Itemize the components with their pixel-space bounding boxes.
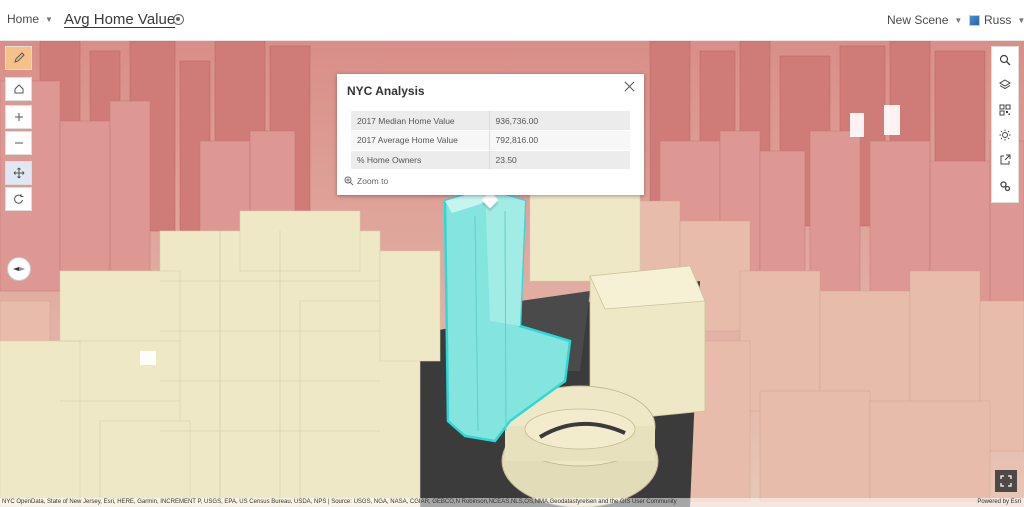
zoom-out-button[interactable] [5,131,32,155]
settings-icon [1000,181,1011,192]
pan-icon [13,167,24,179]
share-button[interactable] [993,148,1017,172]
user-name: Russ [984,13,1012,27]
search-button[interactable] [993,48,1017,72]
attribute-label: 2017 Average Home Value [351,130,490,151]
table-row: 2017 Median Home Value 936,736.00 [351,111,630,131]
attribute-value: 936,736.00 [489,111,630,131]
daylight-button[interactable] [993,123,1017,147]
attribute-label: % Home Owners [351,150,490,170]
pan-button[interactable] [5,161,32,185]
table-row: 2017 Average Home Value 792,816.00 [351,130,630,151]
new-scene-menu[interactable]: New Scene ▼ [887,13,962,27]
home-menu-label: Home [7,12,40,26]
chevron-down-icon: ▼ [1017,15,1024,25]
layers-icon [999,79,1011,90]
daylight-icon [999,129,1011,141]
home-button[interactable] [5,77,32,101]
close-icon[interactable] [623,80,637,94]
attribution-bar: NYC OpenData, State of New Jersey, Esri,… [0,498,1024,507]
zoom-icon [344,176,354,186]
qr-icon [999,104,1011,116]
compass-icon [13,267,25,271]
attribute-value: 792,816.00 [489,130,630,151]
home-menu[interactable]: Home ▼ [7,12,53,26]
zoom-to-label: Zoom to [357,176,389,186]
pencil-icon [13,52,25,63]
chevron-down-icon: ▼ [954,15,963,25]
zoom-out-icon [14,142,23,144]
attribution-text[interactable]: NYC OpenData, State of New Jersey, Esri,… [2,498,677,507]
rotate-button[interactable] [5,187,32,211]
fullscreen-button[interactable] [995,470,1017,492]
sketch-button[interactable] [5,46,32,70]
table-row: % Home Owners 23.50 [351,150,630,170]
chevron-down-icon: ▼ [45,14,53,24]
attribute-value: 23.50 [489,150,630,170]
fullscreen-icon [1000,475,1012,487]
attribute-table: 2017 Median Home Value 936,736.00 2017 A… [351,111,630,170]
attribute-label: 2017 Median Home Value [351,111,490,131]
app-header: Home ▼ Avg Home Value New Scene ▼ Russ ▼ [0,0,1024,41]
feature-popup: NYC Analysis 2017 Median Home Value 936,… [337,74,644,195]
user-menu[interactable]: Russ ▼ [969,13,1024,27]
search-icon [999,54,1011,66]
home-icon [14,84,23,94]
scene-title[interactable]: Avg Home Value [64,11,175,28]
popup-title: NYC Analysis [347,84,425,98]
new-scene-label: New Scene [887,13,949,27]
rotate-icon [13,194,23,204]
powered-by[interactable]: Powered by Esri [977,498,1021,507]
scene-info-icon[interactable] [173,14,184,25]
share-icon [1000,154,1011,165]
avatar [969,14,980,26]
zoom-in-button[interactable] [5,105,32,129]
layers-button[interactable] [993,73,1017,97]
zoom-in-icon [14,113,23,121]
scene-view[interactable]: NYC Analysis 2017 Median Home Value 936,… [0,41,1024,507]
qr-button[interactable] [993,98,1017,122]
settings-button[interactable] [993,174,1017,198]
compass-button[interactable] [7,257,31,281]
zoom-to-button[interactable]: Zoom to [344,176,388,186]
